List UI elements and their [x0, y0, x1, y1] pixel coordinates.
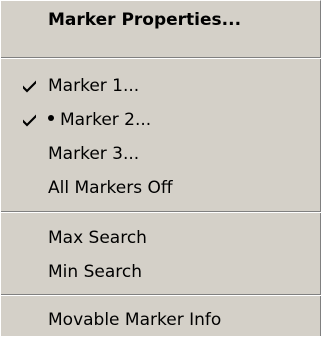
menu-item-label: Marker Properties... — [48, 10, 242, 30]
menu-item-label: Marker 3... — [48, 144, 140, 164]
check-icon — [23, 80, 36, 93]
menu-item-max-search[interactable]: Max Search — [1, 221, 321, 255]
menu-item-label-wrapper: Marker 2... — [48, 110, 151, 130]
menu-item-marker-3[interactable]: Marker 3... — [1, 137, 321, 171]
menu-item-movable-marker-info[interactable]: Movable Marker Info — [1, 303, 321, 337]
menu-item-label: Max Search — [48, 228, 147, 248]
bullet-icon — [48, 115, 54, 121]
context-menu: Marker Properties... Marker 1... Marker … — [0, 0, 321, 336]
menu-item-all-markers-off[interactable]: All Markers Off — [1, 171, 321, 205]
menu-item-min-search[interactable]: Min Search — [1, 255, 321, 289]
menu-separator — [1, 211, 321, 213]
menu-item-label: All Markers Off — [48, 178, 173, 198]
menu-item-marker-1[interactable]: Marker 1... — [1, 69, 321, 103]
menu-item-marker-properties[interactable]: Marker Properties... — [1, 3, 321, 37]
menu-separator — [1, 294, 321, 296]
check-icon — [23, 114, 36, 127]
menu-item-label: Movable Marker Info — [48, 310, 222, 330]
menu-item-marker-2[interactable]: Marker 2... — [1, 103, 321, 137]
menu-item-label: Min Search — [48, 262, 142, 282]
menu-item-label: Marker 1... — [48, 76, 140, 96]
menu-item-label: Marker 2... — [60, 110, 152, 130]
menu-separator — [1, 57, 321, 59]
